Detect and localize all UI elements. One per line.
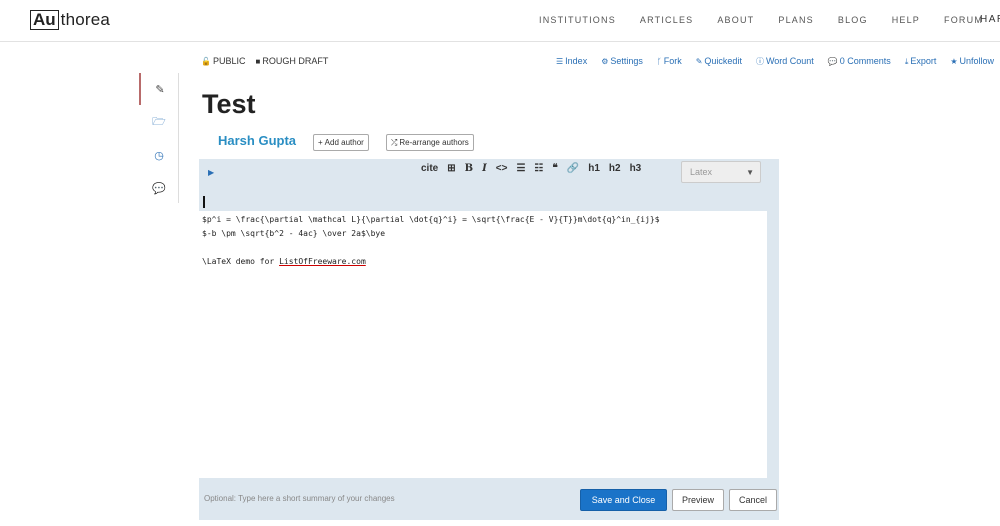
list-icon: ☰ [556,57,564,66]
clock-icon: ◷ [154,149,164,162]
caret-down-icon: ▼ [746,168,754,177]
author-name[interactable]: Harsh Gupta [218,133,296,148]
cancel-button[interactable]: Cancel [729,489,777,511]
nav-forum[interactable]: FORUM [944,15,983,25]
demo-text: \LaTeX demo for [202,257,280,266]
fork-link[interactable]: ᚴ Fork [657,56,682,67]
nav-help[interactable]: HELP [892,15,920,25]
add-author-button[interactable]: + Add author [313,134,369,151]
language-select[interactable]: Latex ▼ [681,161,761,183]
sidebar-comments[interactable]: 💬 [139,172,179,204]
public-label: PUBLIC [212,56,246,66]
code-icon[interactable]: <> [496,163,508,174]
bookmark-icon: ■ [255,57,261,66]
star-icon: ★ [950,57,958,66]
unfollow-link[interactable]: ★ Unfollow [950,56,994,67]
summary-input[interactable]: Optional: Type here a short summary of y… [204,494,395,503]
info-icon: ⓘ [755,57,764,66]
doc-toolbar: ☰ Index ⚙ Settings ᚴ Fork ✎ Quickedit ⓘ Word … [556,56,1000,67]
fork-label: Fork [663,56,682,66]
settings-label: Settings [610,56,643,66]
nav-about[interactable]: ABOUT [717,15,754,25]
save-and-close-button[interactable]: Save and Close [580,489,667,511]
nav-institutions[interactable]: INSTITUTIONS [539,15,616,25]
pencil-icon: ✎ [155,83,165,96]
editor-panel: ▶ cite ⊞ B I <> ☰ ☷ ❝ 🔗 h1 h2 h3 Latex ▼… [199,159,779,520]
numbered-list-icon[interactable]: ☷ [534,163,543,174]
export-link[interactable]: ⤓ Export [905,56,937,67]
sidebar-edit[interactable]: ✎ [139,73,179,105]
code-line-demo: \LaTeX demo for ListOfFreeware.com [202,255,764,269]
add-author-label: Add author [324,138,364,147]
expand-arrow-icon[interactable]: ▶ [208,168,214,177]
plus-icon: + [318,138,323,147]
doc-status: 🔓 PUBLIC ■ ROUGH DRAFT [201,56,328,66]
comments-icon: 💬 [152,182,166,195]
latex-editor[interactable]: $p^i = \frac{\partial \mathcal L}{\parti… [199,211,767,478]
export-label: Export [910,56,937,66]
index-link[interactable]: ☰ Index [556,56,587,67]
shuffle-icon: ⤮ [391,137,398,147]
wordcount-label: Word Count [765,56,814,66]
fork-icon: ᚴ [656,57,662,66]
unlock-icon: 🔓 [201,57,211,66]
h1-button[interactable]: h1 [588,163,600,174]
format-buttons: cite ⊞ B I <> ☰ ☷ ❝ 🔗 h1 h2 h3 [421,163,641,174]
link-icon[interactable]: 🔗 [567,163,579,174]
quickedit-label: Quickedit [704,56,742,66]
quote-icon[interactable]: ❝ [552,163,557,174]
public-status[interactable]: 🔓 PUBLIC [201,56,245,66]
unfollow-label: Unfollow [959,56,995,66]
h2-button[interactable]: h2 [609,163,621,174]
bullet-list-icon[interactable]: ☰ [516,163,525,174]
italic-icon[interactable]: I [482,163,487,174]
rearrange-label: Re-arrange authors [399,138,469,147]
wordcount-link[interactable]: ⓘ Word Count [756,56,814,67]
sidebar-history[interactable]: ◷ [139,139,179,171]
h3-button[interactable]: h3 [630,163,642,174]
main-nav: INSTITUTIONS ARTICLES ABOUT PLANS BLOG H… [539,15,1000,25]
folder-icon: 🗁 [152,115,166,128]
preview-button[interactable]: Preview [672,489,724,511]
top-navbar: Au thorea INSTITUTIONS ARTICLES ABOUT PL… [0,0,1000,42]
cite-button[interactable]: cite [421,163,438,174]
edit-icon: ✎ [695,57,703,66]
comments-link[interactable]: 💬 0 Comments [828,56,891,67]
misspelled-word: ListOfFreeware.com [279,257,366,266]
settings-link[interactable]: ⚙ Settings [601,56,643,67]
authorea-logo[interactable]: Au thorea [30,10,110,30]
language-value: Latex [690,167,713,177]
editor-sidebar: ✎ 🗁 ◷ 💬 [139,73,179,203]
code-line: $p^i = \frac{\partial \mathcal L}{\parti… [202,215,660,224]
logo-box: Au [30,10,59,30]
comments-icon: 💬 [827,57,838,66]
download-icon: ⤓ [904,57,909,66]
rearrange-authors-button[interactable]: ⤮ Re-arrange authors [386,134,474,151]
user-menu[interactable]: HAR [980,14,1000,25]
comments-label: 0 Comments [839,56,891,66]
editor-toolbar: ▶ cite ⊞ B I <> ☰ ☷ ❝ 🔗 h1 h2 h3 Latex ▼ [199,159,779,187]
text-cursor [203,196,205,208]
nav-articles[interactable]: ARTICLES [640,15,693,25]
logo-text: thorea [60,10,111,29]
bold-icon[interactable]: B [465,163,473,174]
quickedit-link[interactable]: ✎ Quickedit [696,56,742,67]
table-icon[interactable]: ⊞ [447,163,455,174]
nav-blog[interactable]: BLOG [838,15,868,25]
gear-icon: ⚙ [601,57,609,66]
draft-label: ROUGH DRAFT [262,56,329,66]
code-line: $-b \pm \sqrt{b^2 - 4ac} \over 2a$\bye [202,229,386,238]
draft-status[interactable]: ■ ROUGH DRAFT [255,56,328,66]
index-label: Index [565,56,588,66]
nav-plans[interactable]: PLANS [778,15,814,25]
sidebar-files[interactable]: 🗁 [139,106,179,138]
page-title[interactable]: Test [202,89,256,120]
